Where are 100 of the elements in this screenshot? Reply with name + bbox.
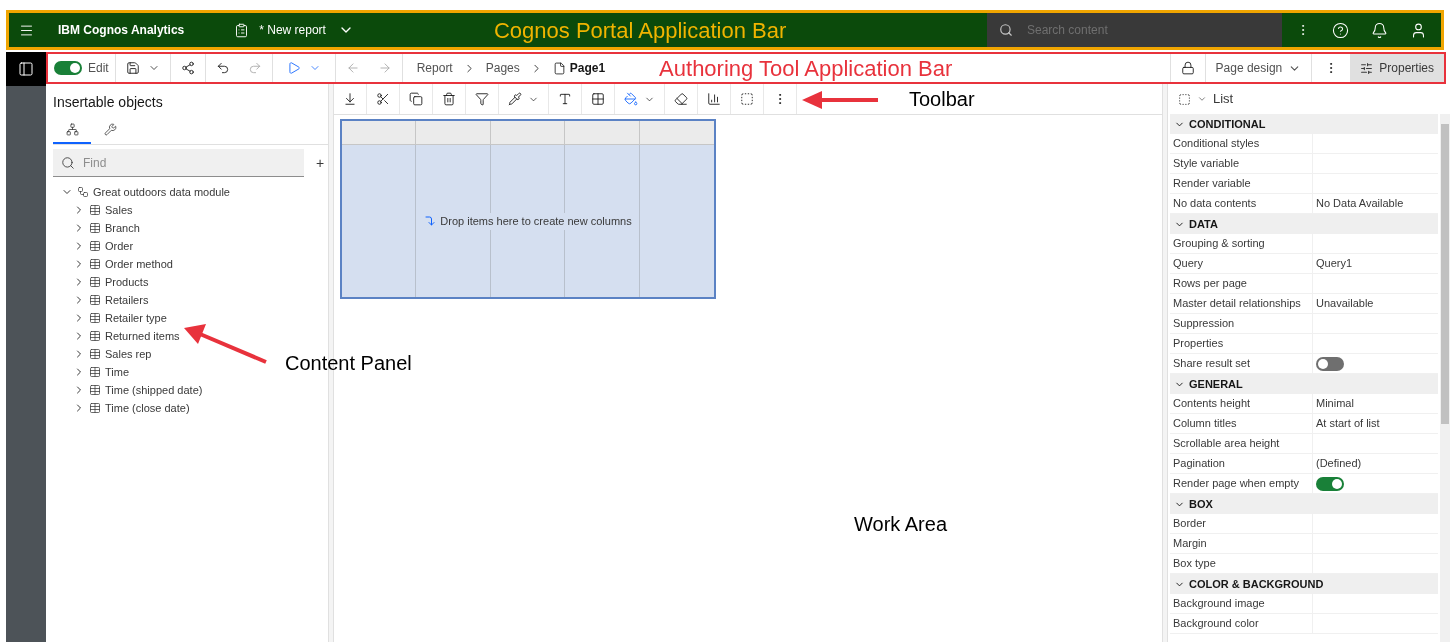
insert-row-icon[interactable] xyxy=(343,92,357,106)
text-format-icon[interactable] xyxy=(558,92,572,106)
properties-button[interactable]: Properties xyxy=(1350,54,1444,82)
property-label: Properties xyxy=(1170,334,1313,353)
property-label: Pagination xyxy=(1170,454,1313,473)
property-label: Query xyxy=(1170,254,1313,273)
page-icon xyxy=(552,61,566,75)
property-value[interactable]: At start of list xyxy=(1316,415,1380,432)
list-object[interactable]: Drop items here to create new columns xyxy=(340,119,716,299)
panel-toggle-icon[interactable] xyxy=(18,61,34,77)
property-toggle[interactable] xyxy=(1316,476,1344,491)
property-value[interactable]: Query1 xyxy=(1316,255,1353,272)
data-module-icon xyxy=(77,186,89,198)
search-icon xyxy=(61,156,75,170)
table-icon xyxy=(89,348,101,360)
save-icon[interactable] xyxy=(125,61,140,75)
app-name: IBM Cognos Analytics xyxy=(58,22,185,39)
sliders-icon xyxy=(1360,61,1374,75)
section-header[interactable]: BOX xyxy=(1170,494,1438,514)
tree-item[interactable]: Products xyxy=(105,273,149,291)
property-value[interactable]: Minimal xyxy=(1316,395,1354,412)
section-header[interactable]: COLOR & BACKGROUND xyxy=(1170,574,1438,594)
annotation-label: Work Area xyxy=(854,512,947,537)
tree-item[interactable]: Retailer type xyxy=(105,309,167,327)
property-value[interactable]: Unavailable xyxy=(1316,295,1374,312)
eraser-icon[interactable] xyxy=(674,92,688,106)
share-icon[interactable] xyxy=(180,61,195,75)
property-label: Render variable xyxy=(1170,174,1313,193)
property-label: Conditional styles xyxy=(1170,134,1313,153)
tree-item[interactable]: Order method xyxy=(105,255,173,273)
notification-icon[interactable] xyxy=(1371,21,1388,39)
table-icon xyxy=(89,294,101,306)
table-icon xyxy=(89,258,101,270)
delete-icon[interactable] xyxy=(442,92,456,106)
selection-icon[interactable] xyxy=(740,92,754,106)
property-label: Column titles xyxy=(1170,414,1313,433)
property-value[interactable]: (Defined) xyxy=(1316,455,1362,472)
property-label: Style variable xyxy=(1170,154,1313,173)
tree-item[interactable]: Time (shipped date) xyxy=(105,381,203,399)
cut-icon[interactable] xyxy=(376,92,390,106)
edit-toggle[interactable] xyxy=(54,61,82,75)
undo-icon[interactable] xyxy=(215,61,230,75)
annotation-label: Authoring Tool Application Bar xyxy=(659,54,953,83)
find-field[interactable]: Find xyxy=(53,149,305,177)
breadcrumb-link[interactable]: Page1 xyxy=(569,59,606,77)
property-label: Suppression xyxy=(1170,314,1313,333)
copy-icon[interactable] xyxy=(409,92,423,106)
paint-bucket-icon[interactable] xyxy=(624,92,638,106)
eyedropper-icon[interactable] xyxy=(508,92,522,106)
property-label: Box type xyxy=(1170,554,1313,573)
tree-item[interactable]: Sales rep xyxy=(105,345,152,363)
menu-icon[interactable] xyxy=(19,22,34,38)
filter-icon[interactable] xyxy=(475,92,489,106)
lock-icon[interactable] xyxy=(1180,61,1195,75)
table-icon xyxy=(89,312,101,324)
table-icon xyxy=(89,366,101,378)
panel-title: Insertable objects xyxy=(53,93,164,112)
user-icon[interactable] xyxy=(1410,21,1427,39)
breadcrumb-link[interactable]: Report xyxy=(416,59,453,77)
table-icon xyxy=(89,222,101,234)
add-button[interactable]: + xyxy=(312,152,328,174)
search-icon xyxy=(999,23,1013,37)
tree-item[interactable]: Branch xyxy=(105,219,140,237)
help-icon[interactable] xyxy=(1332,21,1349,39)
tree-item[interactable]: Time xyxy=(105,363,130,381)
tree-item[interactable]: Time (close date) xyxy=(105,399,190,417)
table-icon xyxy=(89,204,101,216)
tree-item[interactable]: Great outdoors data module xyxy=(93,183,230,201)
section-header[interactable]: GENERAL xyxy=(1170,374,1438,394)
tree-item[interactable]: Order xyxy=(105,237,134,255)
section-header[interactable]: DATA xyxy=(1170,214,1438,234)
table-icon xyxy=(89,276,101,288)
bar-chart-icon[interactable] xyxy=(707,92,721,106)
property-label: Background image xyxy=(1170,594,1313,613)
property-label: Master detail relationships xyxy=(1170,294,1313,313)
view-dropdown[interactable]: Page design xyxy=(1204,54,1312,82)
panel-title: List xyxy=(1213,90,1234,109)
property-label: Border xyxy=(1170,514,1313,533)
grid-icon[interactable] xyxy=(591,92,605,106)
scrollbar[interactable] xyxy=(1440,114,1450,642)
caret-icon[interactable] xyxy=(1197,94,1207,104)
run-icon[interactable] xyxy=(286,61,301,75)
table-icon xyxy=(89,384,101,396)
breadcrumb-link[interactable]: Pages xyxy=(485,59,520,77)
table-icon xyxy=(89,330,101,342)
property-label: Rows per page xyxy=(1170,274,1313,293)
property-toggle[interactable] xyxy=(1316,356,1344,371)
report-title-menu[interactable]: * New report xyxy=(259,21,354,39)
property-label: Share result set xyxy=(1170,354,1313,373)
property-value[interactable]: No Data Available xyxy=(1316,195,1404,212)
tree-item[interactable]: Returned items xyxy=(105,327,180,345)
tree-item[interactable]: Sales xyxy=(105,201,133,219)
property-label: Grouping & sorting xyxy=(1170,234,1313,253)
tree-item[interactable]: Retailers xyxy=(105,291,149,309)
annotation-label: Toolbar xyxy=(909,87,975,112)
selection-icon[interactable] xyxy=(1178,92,1191,106)
section-header[interactable]: CONDITIONAL xyxy=(1170,114,1438,134)
property-label: Background color xyxy=(1170,614,1313,633)
property-label: Contents height xyxy=(1170,394,1313,413)
hierarchy-icon xyxy=(65,122,79,136)
